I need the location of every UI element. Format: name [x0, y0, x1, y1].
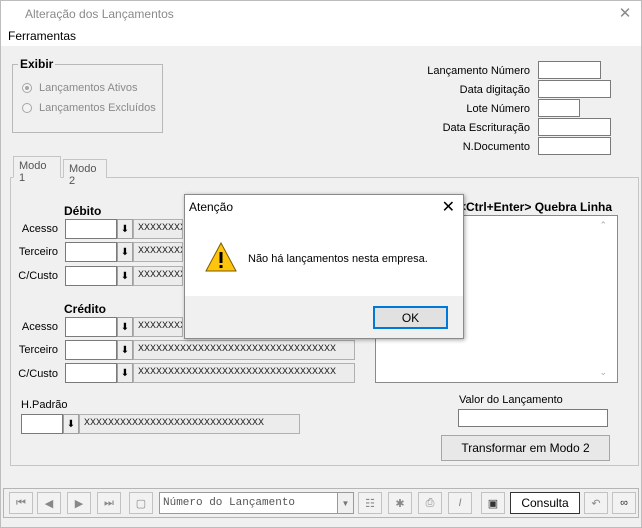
- italic-icon[interactable]: I: [448, 492, 472, 514]
- data-escrituracao-field[interactable]: [538, 118, 611, 136]
- label-data-escrituracao: Data Escrituração: [442, 122, 530, 134]
- credito-ccusto-combo[interactable]: ⬇ XXXXXXXXXXXXXXXXXXXXXXXXXXXXXXXXX: [65, 363, 355, 383]
- atencao-dialog: Atenção ✕ Não há lançamentos nesta empre…: [184, 194, 464, 339]
- debito-acesso-combo[interactable]: ⬇ XXXXXXXXX: [65, 219, 183, 239]
- credito-terceiro-desc: XXXXXXXXXXXXXXXXXXXXXXXXXXXXXXXXX: [133, 340, 355, 360]
- tab-modo-2[interactable]: Modo 2: [63, 159, 107, 187]
- undo-icon[interactable]: ↶: [584, 492, 608, 514]
- chevron-down-icon[interactable]: ▼: [338, 492, 354, 514]
- search-list-icon[interactable]: ☷: [358, 492, 382, 514]
- dialog-title: Atenção: [189, 200, 234, 214]
- n-documento-field[interactable]: [538, 137, 611, 155]
- label-h-padrao: H.Padrão: [21, 399, 68, 411]
- label-n-documento: N.Documento: [462, 141, 530, 153]
- debito-terceiro-input[interactable]: [65, 242, 117, 262]
- next-record-icon[interactable]: ▶: [67, 492, 91, 514]
- credito-acesso-desc: XXXXXXXXX: [133, 317, 183, 337]
- valor-lancamento-field[interactable]: [458, 409, 608, 427]
- h-padrao-combo[interactable]: ⬇ XXXXXXXXXXXXXXXXXXXXXXXXXXXXXX: [21, 414, 300, 434]
- download-icon[interactable]: ⬇: [117, 242, 133, 262]
- scroll-up-icon[interactable]: ⌃: [599, 220, 607, 231]
- label-lancamento-numero: Lançamento Número: [427, 65, 530, 77]
- title-bar: Alteração dos Lançamentos ✕: [1, 1, 641, 27]
- transformar-modo-2-button[interactable]: Transformar em Modo 2: [441, 435, 610, 461]
- close-icon[interactable]: ✕: [615, 4, 635, 24]
- tab-modo-1[interactable]: Modo 1: [13, 156, 61, 184]
- label-valor-lancamento: Valor do Lançamento: [459, 394, 563, 406]
- credito-acesso-combo[interactable]: ⬇ XXXXXXXXX: [65, 317, 183, 337]
- delete-icon[interactable]: ✱: [388, 492, 412, 514]
- dialog-footer: OK: [185, 296, 463, 338]
- label-debito-acesso: Acesso: [21, 223, 58, 235]
- download-icon[interactable]: ⬇: [117, 266, 133, 286]
- ok-button[interactable]: OK: [373, 306, 448, 329]
- label-credito-ccusto: C/Custo: [18, 368, 58, 380]
- last-record-icon[interactable]: ⏭: [97, 492, 121, 514]
- credito-ccusto-desc: XXXXXXXXXXXXXXXXXXXXXXXXXXXXXXXXX: [133, 363, 355, 383]
- radio-lancamentos-ativos[interactable]: Lançamentos Ativos: [22, 82, 137, 94]
- radio-label: Lançamentos Excluídos: [39, 102, 156, 114]
- first-record-icon[interactable]: ⏮: [9, 492, 33, 514]
- download-icon[interactable]: ⬇: [117, 363, 133, 383]
- h-padrao-desc: XXXXXXXXXXXXXXXXXXXXXXXXXXXXXX: [79, 414, 300, 434]
- debito-terceiro-combo[interactable]: ⬇ XXXXXXXXX: [65, 242, 183, 262]
- window-title: Alteração dos Lançamentos: [25, 7, 174, 21]
- label-debito-terceiro: Terceiro: [18, 246, 58, 258]
- download-icon[interactable]: ⬇: [63, 414, 79, 434]
- download-icon[interactable]: ⬇: [117, 340, 133, 360]
- numero-lancamento-input[interactable]: Número do Lançamento: [159, 492, 338, 514]
- credito-ccusto-input[interactable]: [65, 363, 117, 383]
- credito-title: Crédito: [64, 302, 106, 316]
- data-digitacao-field[interactable]: [538, 80, 611, 98]
- lote-numero-field[interactable]: [538, 99, 580, 117]
- label-lote-numero: Lote Número: [466, 103, 530, 115]
- label-data-digitacao: Data digitação: [459, 84, 530, 96]
- historico-hint: <Ctrl+Enter> Quebra Linha: [459, 200, 613, 214]
- close-icon[interactable]: ✕: [442, 197, 455, 217]
- mode-status: Consulta: [510, 492, 580, 514]
- credito-terceiro-input[interactable]: [65, 340, 117, 360]
- previous-record-icon[interactable]: ◀: [37, 492, 61, 514]
- exibir-legend: Exibir: [18, 57, 56, 71]
- credito-terceiro-combo[interactable]: ⬇ XXXXXXXXXXXXXXXXXXXXXXXXXXXXXXXXX: [65, 340, 355, 360]
- new-document-icon[interactable]: ▢: [129, 492, 153, 514]
- download-icon[interactable]: ⬇: [117, 219, 133, 239]
- debito-terceiro-desc: XXXXXXXXX: [133, 242, 183, 262]
- warning-icon: [205, 242, 237, 272]
- numero-lancamento-combo[interactable]: Número do Lançamento ▼: [159, 492, 354, 514]
- label-credito-acesso: Acesso: [21, 321, 58, 333]
- debito-ccusto-desc: XXXXXXXXX: [133, 266, 183, 286]
- main-window: Alteração dos Lançamentos ✕ Ferramentas …: [0, 0, 642, 528]
- dialog-message: Não há lançamentos nesta empresa.: [248, 253, 428, 265]
- print-icon[interactable]: ⎙: [418, 492, 442, 514]
- debito-ccusto-input[interactable]: [65, 266, 117, 286]
- credito-acesso-input[interactable]: [65, 317, 117, 337]
- radio-lancamentos-excluidos[interactable]: Lançamentos Excluídos: [22, 102, 156, 114]
- debito-ccusto-combo[interactable]: ⬇ XXXXXXXXX: [65, 266, 183, 286]
- label-debito-ccusto: C/Custo: [18, 270, 58, 282]
- exibir-group: [12, 64, 163, 133]
- download-icon[interactable]: ⬇: [117, 317, 133, 337]
- scroll-down-icon[interactable]: ⌄: [599, 367, 607, 378]
- lancamento-numero-field[interactable]: [538, 61, 601, 79]
- debito-acesso-input[interactable]: [65, 219, 117, 239]
- save-icon[interactable]: ▣: [481, 492, 505, 514]
- h-padrao-input[interactable]: [21, 414, 63, 434]
- radio-checked-icon: [22, 83, 32, 93]
- navigation-toolbar: ⏮ ◀ ▶ ⏭ ▢ Número do Lançamento ▼ ☷ ✱ ⎙ I…: [3, 488, 639, 518]
- menu-bar: Ferramentas: [1, 27, 641, 46]
- menu-item-ferramentas[interactable]: Ferramentas: [8, 29, 76, 43]
- binoculars-icon[interactable]: ∞: [612, 492, 636, 514]
- debito-title: Débito: [64, 204, 102, 218]
- label-credito-terceiro: Terceiro: [18, 344, 58, 356]
- radio-unchecked-icon: [22, 103, 32, 113]
- radio-label: Lançamentos Ativos: [39, 82, 138, 94]
- debito-acesso-desc: XXXXXXXXX: [133, 219, 183, 239]
